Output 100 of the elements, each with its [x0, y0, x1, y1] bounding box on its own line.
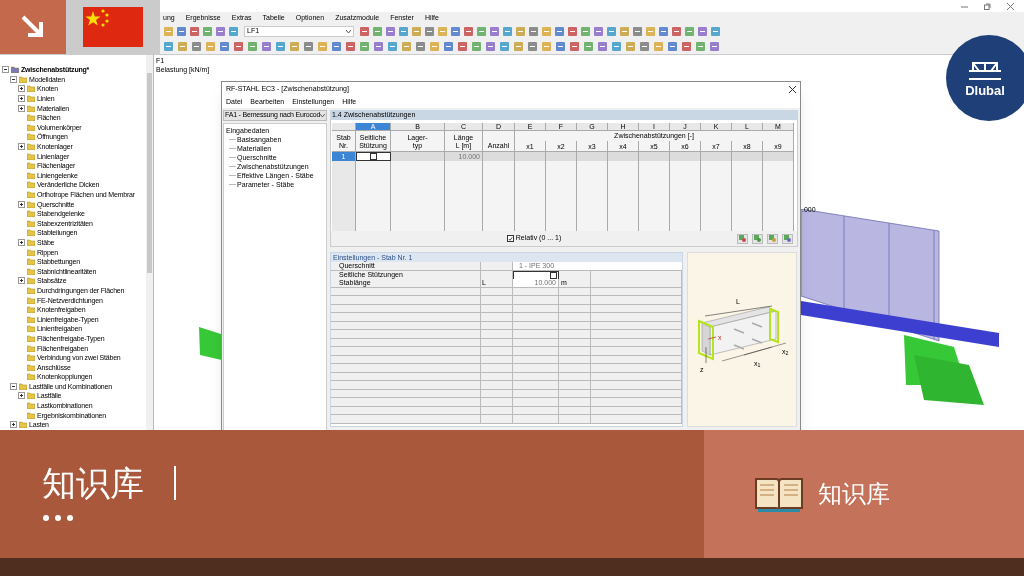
toolbar-icon[interactable]	[513, 41, 524, 52]
expand-icon[interactable]	[18, 392, 25, 400]
toolbar-icon[interactable]	[289, 41, 300, 52]
toolbar-icon[interactable]	[219, 41, 230, 52]
toolbar-icon[interactable]	[489, 26, 500, 37]
toolbar-icon[interactable]	[502, 26, 513, 37]
toolbar-icon[interactable]	[372, 26, 383, 37]
expand-icon[interactable]	[18, 95, 25, 103]
toolbar-icon[interactable]	[228, 26, 239, 37]
restore-icon[interactable]	[984, 2, 991, 10]
toolbar-icon[interactable]	[527, 41, 538, 52]
toolbar-icon[interactable]	[424, 26, 435, 37]
toolbar-button[interactable]	[752, 233, 763, 244]
expand-icon[interactable]	[18, 104, 25, 112]
table-cell[interactable]	[732, 152, 763, 161]
toolbar-icon[interactable]	[471, 41, 482, 52]
toolbar-icon[interactable]	[597, 41, 608, 52]
toolbar-icon[interactable]	[485, 41, 496, 52]
toolbar-icon[interactable]	[611, 41, 622, 52]
toolbar-icon[interactable]	[625, 41, 636, 52]
table-cell[interactable]	[515, 152, 546, 161]
toolbar-icon[interactable]	[398, 26, 409, 37]
toolbar-icon[interactable]	[583, 41, 594, 52]
toolbar-icon[interactable]	[303, 41, 314, 52]
toolbar-icon[interactable]	[317, 41, 328, 52]
toolbar-icon[interactable]	[359, 26, 370, 37]
toolbar-icon[interactable]	[476, 26, 487, 37]
toolbar-icon[interactable]	[191, 41, 202, 52]
toolbar-icon[interactable]	[359, 41, 370, 52]
toolbar-icon[interactable]	[709, 41, 720, 52]
toolbar-icon[interactable]	[247, 41, 258, 52]
toolbar-icon[interactable]	[658, 26, 669, 37]
toolbar-button[interactable]	[737, 233, 748, 244]
toolbar-icon[interactable]	[385, 26, 396, 37]
toolbar-icon[interactable]	[189, 26, 200, 37]
toolbar-icon[interactable]	[653, 41, 664, 52]
expand-icon[interactable]	[18, 200, 25, 208]
scrollbar-thumb[interactable]	[147, 73, 152, 273]
collapse-icon[interactable]	[10, 75, 17, 83]
toolbar-icon[interactable]	[554, 26, 565, 37]
toolbar-icon[interactable]	[567, 26, 578, 37]
toolbar-icon[interactable]	[401, 41, 412, 52]
toolbar-icon[interactable]	[528, 26, 539, 37]
close-icon[interactable]	[789, 85, 796, 93]
toolbar-icon[interactable]	[580, 26, 591, 37]
toolbar-icon[interactable]	[695, 41, 706, 52]
toolbar-icon[interactable]	[331, 41, 342, 52]
table-cell[interactable]	[763, 152, 794, 161]
table-cell[interactable]	[577, 152, 608, 161]
toolbar-icon[interactable]	[176, 26, 187, 37]
table-cell[interactable]	[391, 152, 445, 161]
toolbar-icon[interactable]	[710, 26, 721, 37]
toolbar-icon[interactable]	[443, 41, 454, 52]
toolbar-icon[interactable]	[684, 26, 695, 37]
toolbar-icon[interactable]	[541, 41, 552, 52]
toolbar-icon[interactable]	[233, 41, 244, 52]
toolbar-icon[interactable]	[463, 26, 474, 37]
toolbar-icon[interactable]	[261, 41, 272, 52]
scrollbar[interactable]	[146, 55, 153, 430]
toolbar-icon[interactable]	[437, 26, 448, 37]
toolbar-icon[interactable]	[373, 41, 384, 52]
toolbar-icon[interactable]	[681, 41, 692, 52]
toolbar-icon[interactable]	[671, 26, 682, 37]
toolbar-icon[interactable]	[645, 26, 656, 37]
toolbar-icon[interactable]	[606, 26, 617, 37]
toolbar-icon[interactable]	[569, 41, 580, 52]
toolbar-icon[interactable]	[387, 41, 398, 52]
table-cell[interactable]	[701, 152, 732, 161]
toolbar-icon[interactable]	[202, 26, 213, 37]
toolbar-icon[interactable]	[515, 26, 526, 37]
toolbar-icon[interactable]	[345, 41, 356, 52]
toolbar-icon[interactable]	[450, 26, 461, 37]
expand-icon[interactable]	[10, 421, 17, 429]
collapse-icon[interactable]	[2, 66, 9, 74]
toolbar-icon[interactable]	[415, 41, 426, 52]
toolbar-icon[interactable]	[457, 41, 468, 52]
expand-icon[interactable]	[18, 277, 25, 285]
toolbar-icon[interactable]	[215, 26, 226, 37]
toolbar-icon[interactable]	[499, 41, 510, 52]
toolbar-icon[interactable]	[593, 26, 604, 37]
toolbar-icon[interactable]	[205, 41, 216, 52]
toolbar-icon[interactable]	[163, 41, 174, 52]
expand-icon[interactable]	[18, 85, 25, 93]
table-cell[interactable]	[670, 152, 701, 161]
collapse-icon[interactable]	[10, 382, 17, 390]
relative-checkbox[interactable]	[506, 235, 514, 242]
column-letter[interactable]	[332, 123, 356, 131]
toolbar-icon[interactable]	[697, 26, 708, 37]
toolbar-icon[interactable]	[667, 41, 678, 52]
toolbar-icon[interactable]	[619, 26, 630, 37]
table-cell[interactable]	[639, 152, 670, 161]
toolbar-icon[interactable]	[177, 41, 188, 52]
expand-icon[interactable]	[18, 143, 25, 151]
toolbar-icon[interactable]	[163, 26, 174, 37]
table-cell[interactable]	[608, 152, 639, 161]
expand-icon[interactable]	[18, 239, 25, 246]
toolbar-button[interactable]	[782, 233, 793, 244]
checkbox[interactable]	[550, 271, 557, 279]
toolbar-icon[interactable]	[411, 26, 422, 37]
toolbar-icon[interactable]	[632, 26, 643, 37]
